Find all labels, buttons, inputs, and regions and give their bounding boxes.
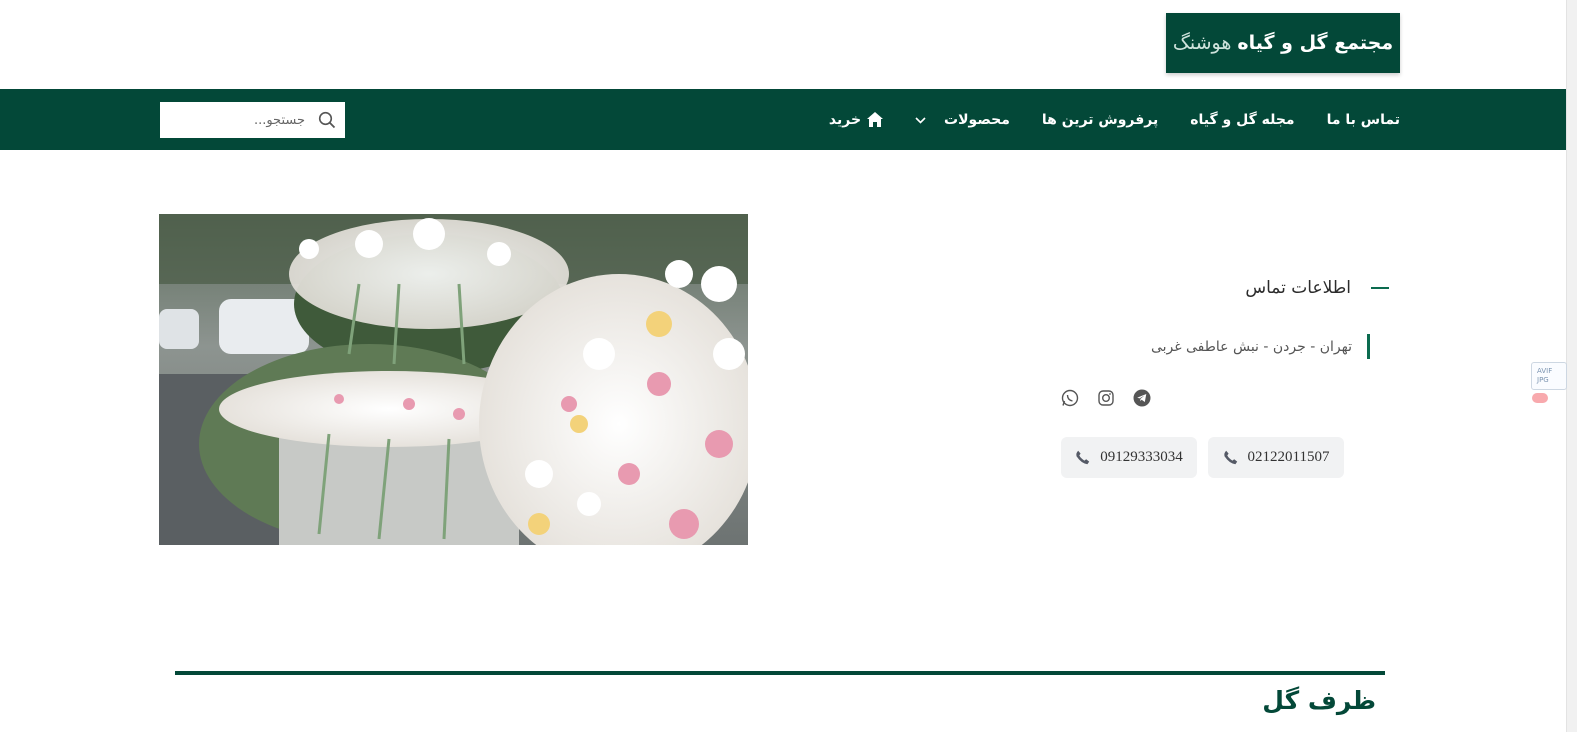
search-box bbox=[160, 102, 345, 138]
main-navbar: خرید محصولات پرفروش ترین ها مجله گل و گی… bbox=[0, 89, 1566, 150]
nav-item-label: مجله گل و گیاه bbox=[1190, 111, 1295, 128]
contact-info-title: اطلاعات تماس bbox=[1245, 278, 1351, 298]
phone-button-landline[interactable]: 02122011507 bbox=[1208, 437, 1344, 478]
badge-line: JPG bbox=[1537, 376, 1549, 384]
nav-item-products[interactable]: محصولات bbox=[915, 112, 1010, 128]
nav-item-contact[interactable]: تماس با ما bbox=[1327, 112, 1400, 128]
phone-button-mobile[interactable]: 09129333034 bbox=[1061, 437, 1197, 478]
nav-item-label: تماس با ما bbox=[1326, 111, 1400, 128]
address-text: تهران - جردن - نبش عاطفی غربی bbox=[1150, 338, 1352, 355]
home-icon bbox=[867, 112, 884, 127]
search-input[interactable] bbox=[175, 102, 315, 138]
phone-number: 02122011507 bbox=[1247, 449, 1330, 465]
telegram-icon[interactable] bbox=[1132, 388, 1151, 407]
page-scrollbar[interactable] bbox=[1566, 0, 1577, 732]
section-divider bbox=[175, 671, 1385, 675]
nav-item-shop[interactable]: خرید bbox=[828, 111, 884, 128]
section-title: ظرف گل bbox=[1262, 686, 1376, 715]
badge-line: AVIF bbox=[1537, 367, 1553, 375]
search-icon[interactable] bbox=[318, 111, 336, 133]
flower-arrangement-image bbox=[159, 214, 748, 545]
nav-menu: خرید محصولات پرفروش ترین ها مجله گل و گی… bbox=[829, 89, 1400, 150]
avif-extension-badge[interactable]: AVIF JPG bbox=[1531, 362, 1567, 390]
nav-item-label: پرفروش ترین ها bbox=[1041, 111, 1159, 128]
chevron-down-icon bbox=[915, 112, 926, 128]
phone-number: 09129333034 bbox=[1100, 449, 1183, 465]
address-block: تهران - جردن - نبش عاطفی غربی bbox=[1151, 334, 1370, 359]
whatsapp-icon[interactable] bbox=[1060, 388, 1079, 407]
phone-icon bbox=[1223, 450, 1237, 465]
instagram-icon[interactable] bbox=[1096, 388, 1115, 407]
extension-indicator[interactable] bbox=[1532, 393, 1548, 403]
nav-item-bestsellers[interactable]: پرفروش ترین ها bbox=[1042, 112, 1158, 128]
site-header: مجتمع گل و گیاه هوشنگ bbox=[0, 0, 1566, 89]
nav-item-magazine[interactable]: مجله گل و گیاه bbox=[1190, 112, 1294, 128]
logo-bold-text: مجتمع گل و گیاه bbox=[1237, 32, 1394, 54]
nav-item-label: محصولات bbox=[944, 111, 1010, 128]
heading-dash bbox=[1371, 287, 1389, 289]
logo-light-text: هوشنگ bbox=[1172, 32, 1232, 54]
nav-item-label: خرید bbox=[828, 111, 862, 128]
contact-info-heading: اطلاعات تماس bbox=[1245, 278, 1389, 298]
phone-icon bbox=[1076, 450, 1090, 465]
social-links bbox=[1060, 388, 1151, 407]
site-logo[interactable]: مجتمع گل و گیاه هوشنگ bbox=[1166, 13, 1400, 73]
